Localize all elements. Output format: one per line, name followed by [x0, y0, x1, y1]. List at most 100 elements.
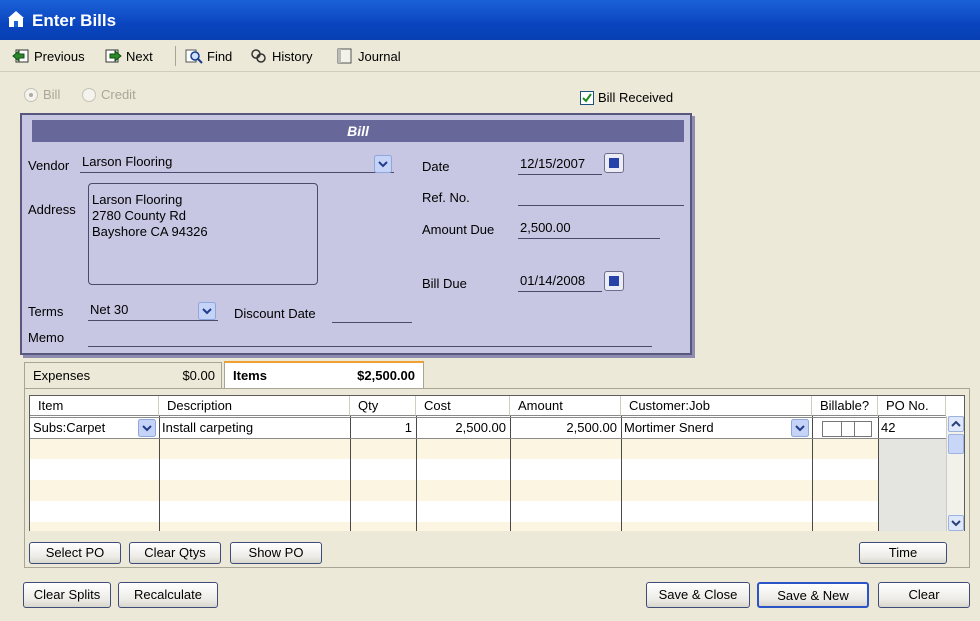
row-qty-cell[interactable]: 1 [350, 418, 416, 438]
previous-label: Previous [34, 48, 85, 64]
select-po-button[interactable]: Select PO [29, 542, 121, 564]
credit-radio-label: Credit [101, 87, 136, 102]
grid-scrollbar[interactable] [946, 416, 964, 531]
save-new-button[interactable]: Save & New [757, 582, 869, 608]
toolbar-separator [175, 46, 176, 66]
previous-icon [12, 49, 29, 63]
po-column-shade [878, 438, 946, 531]
col-header-item[interactable]: Item [30, 396, 159, 416]
history-label: History [272, 48, 313, 64]
next-label: Next [126, 48, 153, 64]
row-customer-job-cell[interactable]: Mortimer Snerd [624, 418, 784, 438]
save-close-button[interactable]: Save & Close [646, 582, 750, 608]
discount-date-field[interactable] [332, 303, 412, 323]
date-calendar-icon[interactable] [604, 153, 624, 173]
items-grid: Item Description Qty Cost Amount Custome… [29, 395, 965, 531]
amount-due-value: 2,500.00 [520, 220, 571, 235]
amount-due-field[interactable]: 2,500.00 [518, 219, 660, 239]
time-button[interactable]: Time [859, 542, 947, 564]
scroll-up-icon[interactable] [948, 416, 964, 432]
col-header-customer-job[interactable]: Customer:Job [621, 396, 812, 416]
tab-items[interactable]: Items $2,500.00 [224, 361, 424, 389]
vendor-dropdown-icon[interactable] [374, 155, 392, 173]
bill-received-check-box [580, 90, 594, 105]
window-title: Enter Bills [32, 11, 117, 30]
row-description-cell[interactable]: Install carpeting [162, 418, 348, 438]
next-icon [105, 49, 122, 63]
ref-no-field[interactable] [518, 186, 684, 206]
vendor-label: Vendor [28, 158, 70, 173]
tab-expenses[interactable]: Expenses $0.00 [24, 362, 222, 388]
billable-checkbox[interactable] [822, 421, 872, 437]
bill-due-calendar-icon[interactable] [604, 271, 624, 291]
terms-value: Net 30 [90, 302, 129, 317]
address-line-3: Bayshore CA 94326 [92, 224, 208, 239]
date-label: Date [422, 159, 450, 174]
checkmark-icon [582, 92, 592, 103]
tab-expenses-label: Expenses [33, 368, 91, 383]
journal-label: Journal [358, 48, 401, 64]
scroll-down-icon[interactable] [948, 515, 964, 531]
customer-job-dropdown-icon[interactable] [791, 419, 809, 437]
show-po-button[interactable]: Show PO [230, 542, 322, 564]
clear-qtys-button[interactable]: Clear Qtys [129, 542, 221, 564]
clear-splits-button[interactable]: Clear Splits [23, 582, 111, 608]
row-item-cell[interactable]: Subs:Carpet [33, 418, 133, 438]
address-line-2: 2780 County Rd [92, 208, 186, 223]
toolbar: Previous Next Find History Journal [0, 40, 980, 72]
app-icon [8, 11, 24, 27]
bill-received-checkbox[interactable]: Bill Received [580, 90, 673, 105]
terms-label: Terms [28, 304, 64, 319]
address-line-1: Larson Flooring [92, 192, 183, 207]
date-field[interactable]: 12/15/2007 [518, 155, 602, 175]
col-header-cost[interactable]: Cost [416, 396, 510, 416]
row-cost-cell[interactable]: 2,500.00 [416, 418, 510, 438]
col-header-description[interactable]: Description [159, 396, 350, 416]
find-button[interactable]: Find [185, 44, 232, 68]
row-amount-cell[interactable]: 2,500.00 [510, 418, 621, 438]
items-panel: Item Description Qty Cost Amount Custome… [24, 388, 970, 568]
credit-radio[interactable]: Credit [82, 87, 136, 102]
vendor-field[interactable]: Larson Flooring [80, 153, 394, 173]
scroll-thumb[interactable] [948, 434, 964, 454]
memo-label: Memo [28, 330, 65, 345]
tab-items-amount: $2,500.00 [357, 368, 415, 383]
row-stripe [30, 480, 946, 501]
address-label: Address [28, 202, 76, 217]
journal-icon [337, 48, 352, 64]
item-dropdown-icon[interactable] [138, 419, 156, 437]
clear-button[interactable]: Clear [878, 582, 970, 608]
bill-due-field[interactable]: 01/14/2008 [518, 272, 602, 292]
address-box[interactable]: Larson Flooring 2780 County Rd Bayshore … [88, 183, 318, 285]
col-header-qty[interactable]: Qty [350, 396, 416, 416]
col-header-billable[interactable]: Billable? [812, 396, 878, 416]
tab-expenses-amount: $0.00 [182, 368, 215, 383]
discount-date-label: Discount Date [234, 306, 316, 321]
window-titlebar: Enter Bills [0, 0, 980, 40]
bill-header: Bill [32, 120, 684, 142]
ref-no-label: Ref. No. [422, 190, 470, 205]
col-header-amount[interactable]: Amount [510, 396, 621, 416]
col-header-po-no[interactable]: PO No. [878, 396, 946, 416]
row-po-cell[interactable]: 42 [881, 418, 941, 438]
bill-radio[interactable]: Bill [24, 87, 60, 102]
find-icon [185, 49, 203, 64]
recalculate-button[interactable]: Recalculate [118, 582, 218, 608]
terms-dropdown-icon[interactable] [198, 302, 216, 320]
previous-button[interactable]: Previous [12, 44, 85, 68]
bill-form-panel: Bill Vendor Larson Flooring Address Lars… [20, 113, 692, 355]
bill-due-value: 01/14/2008 [520, 273, 586, 288]
find-label: Find [207, 48, 233, 64]
row-stripe [30, 438, 946, 459]
journal-button[interactable]: Journal [336, 44, 401, 68]
next-button[interactable]: Next [104, 44, 153, 68]
history-button[interactable]: History [250, 44, 312, 68]
bill-received-label: Bill Received [598, 90, 674, 105]
billable-check-box [841, 422, 855, 436]
date-value: 12/15/2007 [520, 156, 586, 171]
vendor-value: Larson Flooring [82, 154, 173, 169]
history-icon [251, 49, 266, 63]
memo-field[interactable] [88, 327, 652, 347]
tab-items-label: Items [233, 368, 267, 383]
bill-radio-label: Bill [43, 87, 61, 102]
